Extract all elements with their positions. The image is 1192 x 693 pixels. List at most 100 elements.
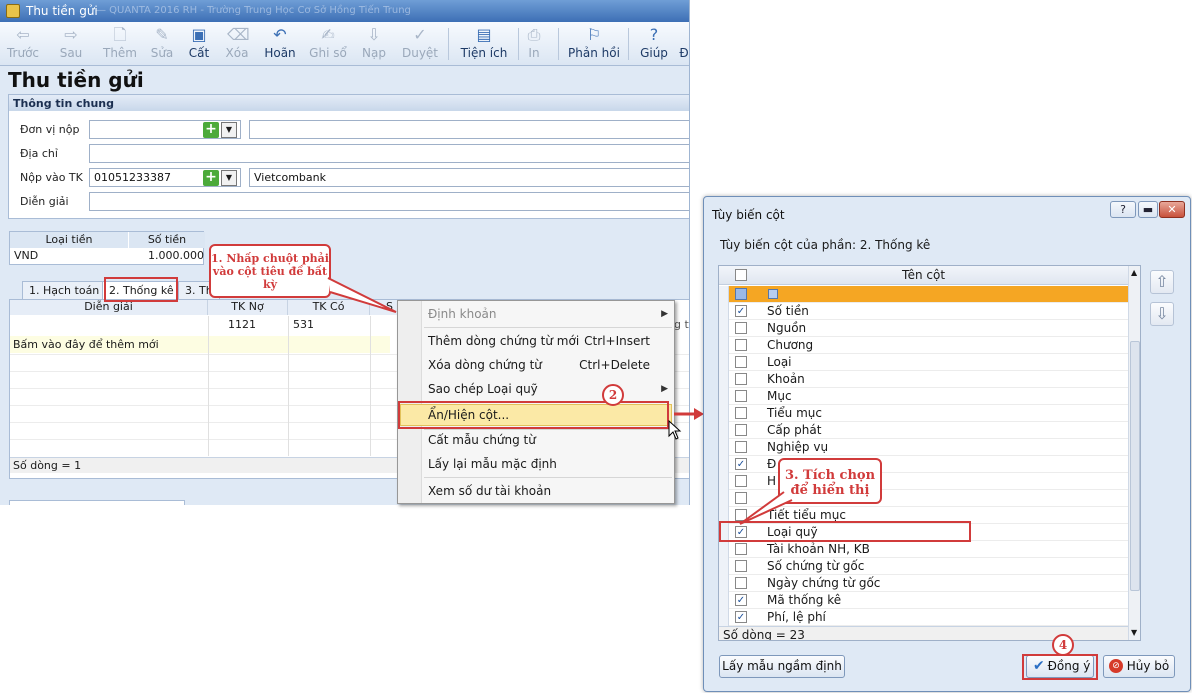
menu-item-copy-fund[interactable]: Sao chép Loại quỹ: [428, 379, 538, 399]
print-icon: ⎙: [527, 25, 541, 44]
add-icon[interactable]: +: [203, 122, 219, 138]
col-header-desc[interactable]: Diễn giải: [10, 300, 208, 315]
column-list-scrollbar[interactable]: ▲ ▼: [1128, 266, 1140, 640]
chevron-down-icon[interactable]: ▼: [221, 170, 237, 186]
next-button[interactable]: ⇨ Sau: [52, 24, 90, 64]
prev-button[interactable]: ⇦ Trước: [4, 24, 42, 64]
desc-input[interactable]: [89, 192, 689, 211]
column-name: Số tiền: [767, 304, 809, 318]
column-row[interactable]: Mục: [719, 388, 1128, 405]
column-checkbox[interactable]: [735, 339, 747, 351]
cancel-button[interactable]: ⊘ Hủy bỏ: [1103, 655, 1175, 678]
arrow-right-icon: [674, 408, 704, 420]
save-button[interactable]: ▣ Cất: [184, 24, 214, 64]
column-checkbox[interactable]: ✓: [735, 594, 747, 606]
chevron-down-icon[interactable]: ▼: [221, 122, 237, 138]
currency-type-value[interactable]: VND: [14, 249, 38, 262]
annotation-step2: 2: [602, 384, 624, 406]
column-name: Số chứng từ gốc: [767, 559, 865, 573]
column-checkbox[interactable]: [735, 441, 747, 453]
scroll-up-icon[interactable]: ▲: [1131, 268, 1137, 277]
column-row[interactable]: ✓ Số tiền: [719, 303, 1128, 320]
column-name: Tiểu mục: [767, 406, 822, 420]
bank-input[interactable]: Vietcombank: [249, 168, 689, 187]
add-button[interactable]: 🗋 Thêm: [100, 24, 140, 64]
utilities-button[interactable]: ▤ Tiện ích: [454, 24, 514, 64]
undo-button[interactable]: ↶ Hoãn: [260, 24, 300, 64]
column-row[interactable]: ✓ Mã thống kê: [719, 592, 1128, 609]
help-icon: ?: [649, 25, 659, 44]
toolbar-separator: [448, 28, 449, 60]
column-checkbox[interactable]: ✓: [735, 611, 747, 623]
column-row[interactable]: Nguồn: [719, 320, 1128, 337]
column-row[interactable]: Cấp phát: [719, 422, 1128, 439]
column-checkbox[interactable]: [735, 577, 747, 589]
tab-accounting[interactable]: 1. Hạch toán: [22, 281, 107, 299]
column-row[interactable]: [719, 286, 1128, 303]
approve-icon: ✓: [413, 25, 427, 44]
column-row[interactable]: Khoản: [719, 371, 1128, 388]
column-row[interactable]: Số chứng từ gốc: [719, 558, 1128, 575]
column-row[interactable]: ✓ Phí, lệ phí: [719, 609, 1128, 626]
col-header-debit[interactable]: TK Nợ: [208, 300, 288, 315]
feedback-button[interactable]: ⚐ Phản hồi: [566, 24, 622, 64]
scroll-down-icon[interactable]: ▼: [1131, 628, 1137, 637]
add-new-row[interactable]: Bấm vào đây để thêm mới: [10, 336, 390, 353]
column-row[interactable]: Tài khoản NH, KB: [719, 541, 1128, 558]
column-checkbox[interactable]: [735, 543, 747, 555]
payer-name-input[interactable]: [249, 120, 689, 139]
column-list-grid: Tên cột ✓ Số tiền Nguồn Chương Loại Khoản Mục T…: [718, 265, 1141, 641]
load-button[interactable]: ⇩ Nạp: [356, 24, 392, 64]
column-checkbox[interactable]: [735, 475, 747, 487]
column-row[interactable]: Loại: [719, 354, 1128, 371]
approve-button[interactable]: ✓ Duyệt: [398, 24, 442, 64]
general-info-section: Thông tin chung Đơn vị nộp + ▼ Địa chỉ N…: [8, 94, 689, 219]
column-row[interactable]: Ngày chứng từ gốc: [719, 575, 1128, 592]
column-name: Nguồn: [767, 321, 807, 335]
menu-item-delete-row[interactable]: Xóa dòng chứng từ: [428, 355, 542, 375]
add-doc-icon: 🗋: [113, 25, 127, 44]
toolbar-separator: [628, 28, 629, 60]
currency-amount-header: Số tiền: [129, 232, 205, 248]
debit-cell[interactable]: 1121: [228, 318, 256, 331]
menu-item-dinh-khoan[interactable]: Định khoản: [428, 304, 497, 324]
menu-item-save-template[interactable]: Cất mẫu chứng từ: [428, 430, 536, 450]
column-name: Cấp phát: [767, 423, 822, 437]
column-row[interactable]: Chương: [719, 337, 1128, 354]
column-checkbox[interactable]: ✓: [735, 305, 747, 317]
edit-button[interactable]: ✎ Sửa: [146, 24, 178, 64]
column-row[interactable]: Tiểu mục: [719, 405, 1128, 422]
partial-cell: g t: [674, 318, 689, 331]
scrollbar-thumb[interactable]: [1130, 341, 1140, 591]
chevron-right-icon: ▶: [661, 309, 668, 319]
column-checkbox[interactable]: [735, 560, 747, 572]
menu-item-reset-template[interactable]: Lấy lại mẫu mặc định: [428, 454, 557, 474]
print-button[interactable]: ⎙ In: [522, 24, 546, 64]
address-input[interactable]: [89, 144, 689, 163]
column-checkbox[interactable]: [735, 390, 747, 402]
column-row[interactable]: Nghiệp vụ: [719, 439, 1128, 456]
delete-button[interactable]: ⌫ Xóa: [220, 24, 254, 64]
dialog-close-button[interactable]: ✕: [1159, 201, 1185, 218]
column-checkbox[interactable]: [735, 322, 747, 334]
dialog-help-button[interactable]: ?: [1110, 201, 1136, 218]
move-down-button[interactable]: ⇩: [1150, 302, 1174, 326]
column-checkbox[interactable]: [735, 373, 747, 385]
column-checkbox[interactable]: [735, 288, 747, 300]
column-name: Loại: [767, 355, 792, 369]
currency-amount-value[interactable]: 1.000.000: [132, 249, 204, 262]
help-button[interactable]: ? Giúp: [636, 24, 672, 64]
column-checkbox[interactable]: [735, 356, 747, 368]
column-checkbox[interactable]: [735, 407, 747, 419]
menu-item-add-row[interactable]: Thêm dòng chứng từ mới: [428, 331, 579, 351]
move-up-button[interactable]: ⇧: [1150, 270, 1174, 294]
add-icon[interactable]: +: [203, 170, 219, 186]
post-button[interactable]: ✍ Ghi sổ: [306, 24, 350, 64]
column-checkbox[interactable]: [735, 424, 747, 436]
menu-item-account-balance[interactable]: Xem số dư tài khoản: [428, 481, 551, 501]
column-checkbox[interactable]: ✓: [735, 458, 747, 470]
toolbar-overflow[interactable]: Đ: [678, 24, 689, 64]
default-template-button[interactable]: Lấy mẫu ngầm định: [719, 655, 845, 678]
shortcut-delete-row: Ctrl+Delete: [579, 358, 650, 372]
dialog-minimize-button[interactable]: ▬: [1138, 201, 1158, 218]
